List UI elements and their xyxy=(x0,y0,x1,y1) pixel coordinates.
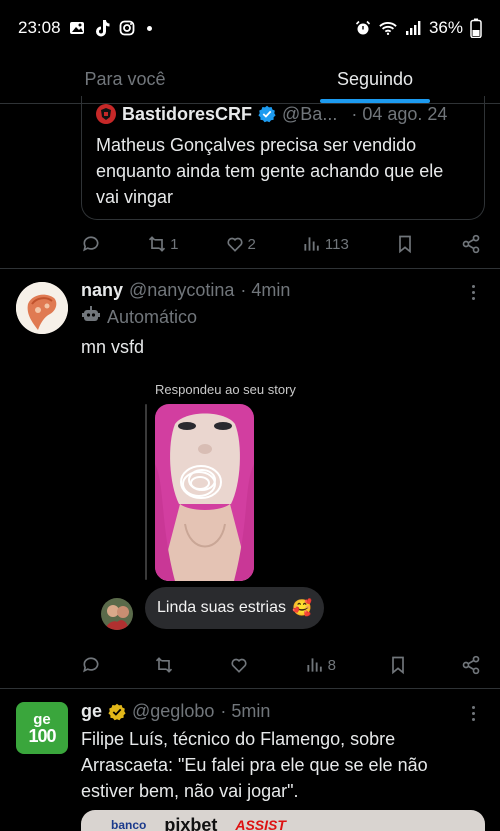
avatar xyxy=(101,598,133,630)
reply-icon xyxy=(83,236,99,252)
tweet-actions: 8 xyxy=(81,650,481,680)
share-icon xyxy=(462,655,480,675)
repost-count: 1 xyxy=(170,235,179,253)
tweet-divider xyxy=(0,268,500,269)
notification-dot-icon xyxy=(146,25,152,31)
verified-org-badge-icon xyxy=(108,703,126,721)
views-button[interactable]: 113 xyxy=(302,234,349,254)
repost-icon xyxy=(155,657,172,673)
share-button[interactable] xyxy=(461,655,481,675)
story-reply-line xyxy=(145,404,147,580)
tweet-date: · 04 ago. 24 xyxy=(351,103,448,124)
tiktok-icon xyxy=(93,19,111,37)
bookmark-button[interactable] xyxy=(388,655,408,675)
heart-icon xyxy=(226,237,243,252)
gallery-icon xyxy=(68,19,86,37)
author-name[interactable]: ge xyxy=(81,701,102,722)
tweet-time: · 5min xyxy=(220,701,271,721)
author-name: BastidoresCRF xyxy=(122,103,253,124)
tweet-text: Filipe Luís, técnico do Flamengo, sobre … xyxy=(81,729,428,801)
view-count: 113 xyxy=(324,235,349,253)
tweet-time: · 4min xyxy=(240,280,291,300)
tweet-header: ge @geglobo · 5min xyxy=(81,701,270,722)
tweet-header: nany @nanycotina · 4min xyxy=(81,280,290,301)
author-handle[interactable]: @geglobo xyxy=(132,701,214,722)
like-button[interactable]: 2 xyxy=(225,234,256,254)
story-reply-message: Linda suas estrias 🥰 xyxy=(145,587,324,629)
avatar[interactable]: ge 100 xyxy=(16,702,68,754)
like-button[interactable] xyxy=(229,655,252,675)
share-icon xyxy=(462,234,480,254)
quoted-tweet-header: BastidoresCRF @Ba... · 04 ago. 24 xyxy=(96,100,470,128)
tweet-actions: 1 2 113 xyxy=(81,229,481,259)
media-sponsor-text: pixbet xyxy=(164,814,218,831)
wifi-icon xyxy=(379,19,397,37)
reply-button[interactable] xyxy=(81,655,101,675)
more-options-icon[interactable] xyxy=(470,285,476,300)
bot-icon xyxy=(81,305,101,330)
author-handle: @Ba... xyxy=(282,103,338,124)
reply-text: Linda suas estrias xyxy=(157,599,286,616)
bookmark-icon xyxy=(399,235,411,254)
views-chart-icon xyxy=(307,658,322,672)
avatar-logo-number: 100 xyxy=(28,725,56,746)
quoted-tweet-text: Matheus Gonçalves precisa ser vendido en… xyxy=(96,135,444,207)
reply-button[interactable] xyxy=(81,234,101,254)
media-sponsor-text: banco xyxy=(111,818,147,831)
share-button[interactable] xyxy=(461,234,481,254)
author-name[interactable]: nany xyxy=(81,280,123,301)
automated-label: Automático xyxy=(81,305,197,330)
tweet-media-image[interactable]: banco pixbet ASSIST xyxy=(81,810,485,831)
tweet-text: mn vsfd xyxy=(81,337,145,357)
smiling-hearts-emoji-icon: 🥰 xyxy=(291,600,312,617)
bookmark-button[interactable] xyxy=(395,234,415,254)
more-options-icon[interactable] xyxy=(470,706,476,721)
bookmark-icon xyxy=(392,656,405,675)
tab-label: Para você xyxy=(84,69,166,89)
battery-percent: 36% xyxy=(428,18,463,37)
signal-icon xyxy=(404,19,422,37)
alarm-icon xyxy=(354,19,372,37)
status-bar: 23:08 36% xyxy=(0,0,500,56)
avatar xyxy=(96,104,116,124)
reply-icon xyxy=(83,657,99,673)
automated-text: Automático xyxy=(107,307,198,327)
story-image[interactable] xyxy=(155,404,254,581)
views-button[interactable]: 8 xyxy=(305,655,336,675)
avatar[interactable] xyxy=(16,282,68,334)
media-sponsor-text: ASSIST xyxy=(235,817,286,831)
verified-badge-icon xyxy=(258,105,276,123)
instagram-icon xyxy=(118,19,136,37)
repost-button[interactable] xyxy=(154,655,177,675)
tab-label: Seguindo xyxy=(336,69,414,89)
status-time: 23:08 xyxy=(18,18,61,37)
avatar-logo-text: ge xyxy=(33,710,51,728)
story-caption: Respondeu ao seu story xyxy=(155,382,296,397)
repost-button[interactable]: 1 xyxy=(147,234,178,254)
tweet-divider xyxy=(0,688,500,689)
like-count: 2 xyxy=(247,235,256,253)
views-chart-icon xyxy=(304,237,319,251)
quoted-tweet[interactable]: BastidoresCRF @Ba... · 04 ago. 24 Matheu… xyxy=(81,96,485,220)
author-handle[interactable]: @nanycotina xyxy=(129,280,234,301)
view-count: 8 xyxy=(327,656,336,674)
status-left: 23:08 xyxy=(18,18,152,38)
status-right: 36% xyxy=(354,18,482,38)
repost-icon xyxy=(148,236,166,252)
heart-icon xyxy=(231,658,247,673)
battery-icon xyxy=(470,18,482,38)
